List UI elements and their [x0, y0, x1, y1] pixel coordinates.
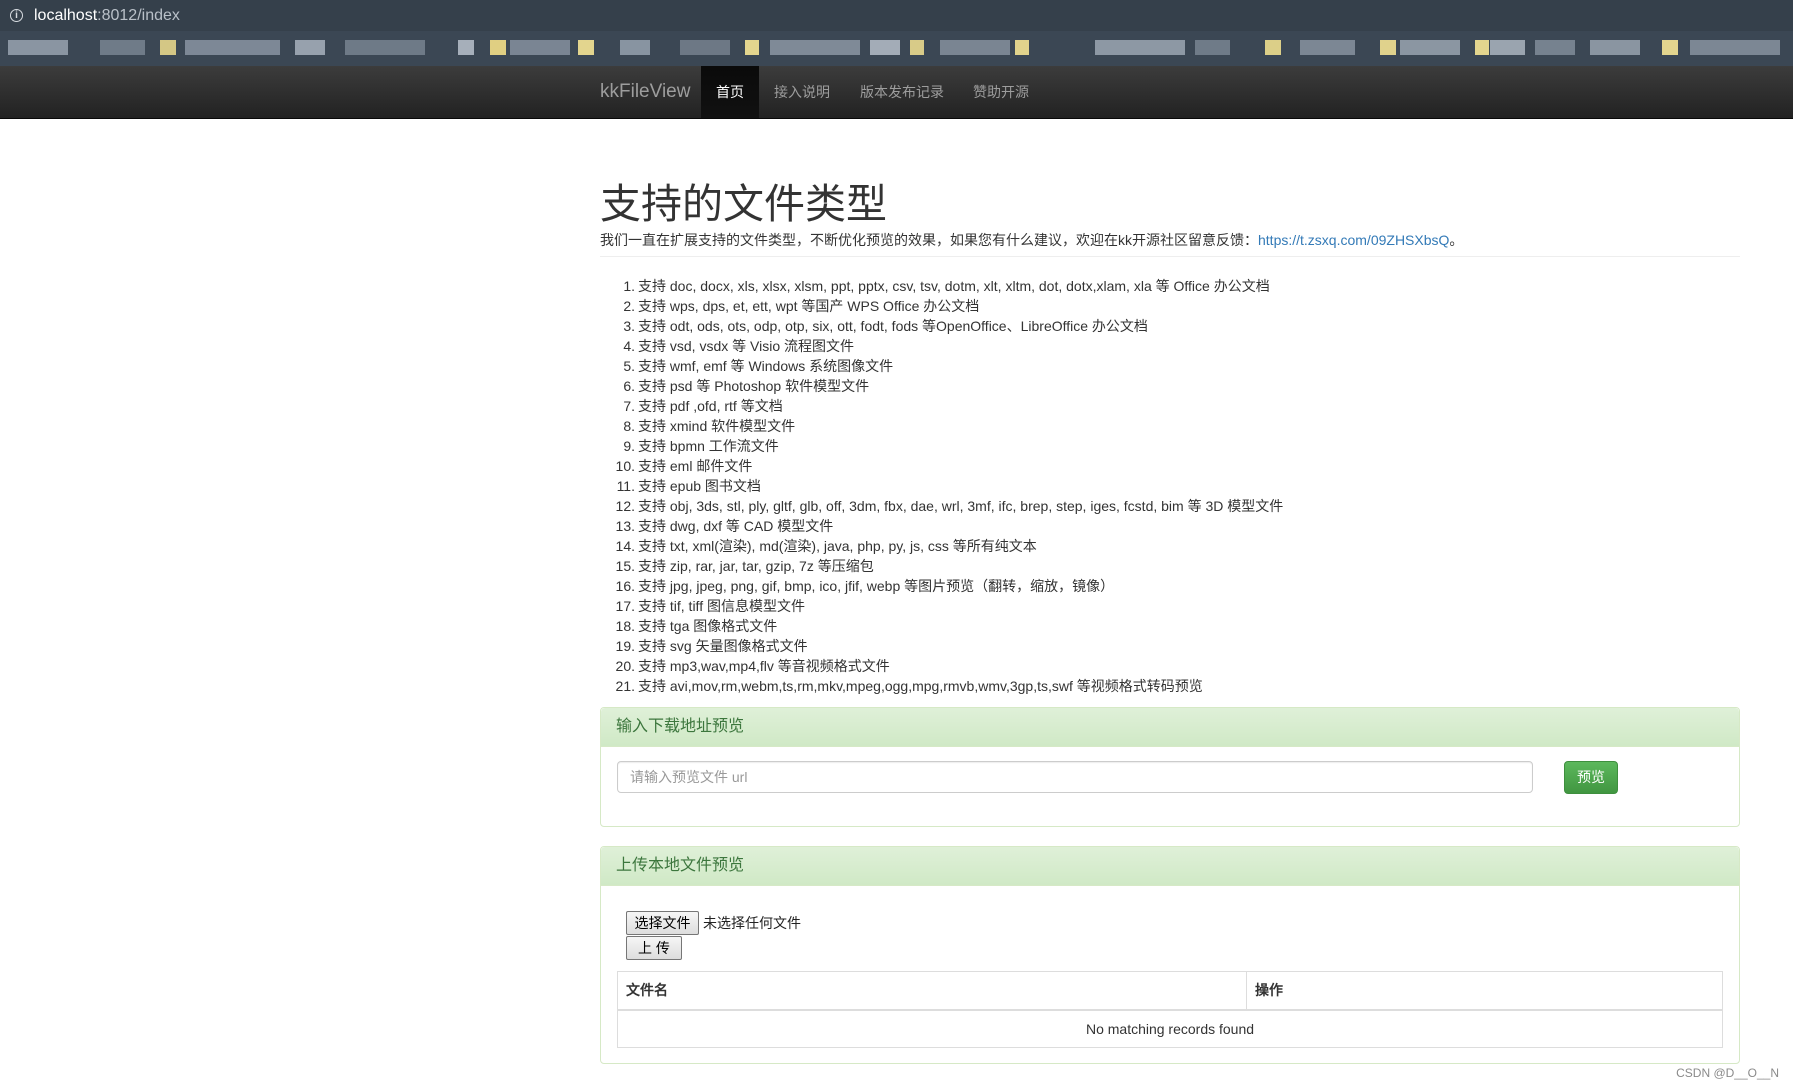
- brand-logo[interactable]: kkFileView: [600, 66, 690, 118]
- list-number: 8.: [623, 418, 635, 434]
- upload-panel: 上传本地文件预览 选择文件 未选择任何文件 上 传 文件名 操作 No matc…: [600, 846, 1740, 1064]
- list-item: 7. 支持 pdf ,ofd, rtf 等文档: [600, 396, 1283, 416]
- list-number: 13.: [615, 518, 635, 534]
- list-item: 4. 支持 vsd, vsdx 等 Visio 流程图文件: [600, 336, 1283, 356]
- list-item: 20. 支持 mp3,wav,mp4,flv 等音视频格式文件: [600, 656, 1283, 676]
- list-item: 2. 支持 wps, dps, et, ett, wpt 等国产 WPS Offi…: [600, 296, 1283, 316]
- intro-text: 我们一直在扩展支持的文件类型，不断优化预览的效果，如果您有什么建议，欢迎在kk开…: [600, 232, 1258, 248]
- address-bar[interactable]: i localhost:8012/index: [0, 0, 1793, 31]
- url-host: localhost: [34, 6, 98, 24]
- nav-integration-guide[interactable]: 接入说明: [768, 66, 836, 118]
- list-item: 5. 支持 wmf, emf 等 Windows 系统图像文件: [600, 356, 1283, 376]
- list-item: 3. 支持 odt, ods, ots, odp, otp, six, ott, …: [600, 316, 1283, 336]
- list-text: 支持 vsd, vsdx 等 Visio 流程图文件: [638, 338, 855, 354]
- list-number: 6.: [623, 378, 635, 394]
- list-number: 14.: [615, 538, 635, 554]
- page-title: 支持的文件类型: [600, 181, 887, 227]
- list-item: 13. 支持 dwg, dxf 等 CAD 模型文件: [600, 516, 1283, 536]
- list-text: 支持 mp3,wav,mp4,flv 等音视频格式文件: [638, 658, 890, 674]
- list-item: 15. 支持 zip, rar, jar, tar, gzip, 7z 等压缩包: [600, 556, 1283, 576]
- nav-release-notes[interactable]: 版本发布记录: [853, 66, 951, 118]
- list-text: 支持 bpmn 工作流文件: [638, 438, 779, 454]
- info-icon[interactable]: i: [10, 9, 23, 22]
- intro-paragraph: 我们一直在扩展支持的文件类型，不断优化预览的效果，如果您有什么建议，欢迎在kk开…: [600, 230, 1463, 250]
- list-number: 2.: [623, 298, 635, 314]
- url-input[interactable]: 请输入预览文件 url: [617, 761, 1533, 793]
- list-text: 支持 tga 图像格式文件: [638, 618, 778, 634]
- list-item: 19. 支持 svg 矢量图像格式文件: [600, 636, 1283, 656]
- list-text: 支持 txt, xml(渲染), md(渲染), java, php, py, …: [638, 538, 1037, 554]
- intro-end: 。: [1449, 232, 1464, 248]
- column-header-actions[interactable]: 操作: [1247, 972, 1722, 1009]
- bookmarks-bar-blurred: [0, 31, 1793, 66]
- list-number: 1.: [623, 278, 635, 294]
- upload-button[interactable]: 上 传: [626, 936, 682, 960]
- list-item: 11. 支持 epub 图书文档: [600, 476, 1283, 496]
- file-type-list: 1. 支持 doc, docx, xls, xlsx, xlsm, ppt, pp…: [600, 276, 1284, 696]
- list-item: 14. 支持 txt, xml(渲染), md(渲染), java, php, p…: [600, 536, 1283, 556]
- choose-file-button[interactable]: 选择文件: [626, 911, 699, 935]
- list-item: 17. 支持 tif, tiff 图信息模型文件: [600, 596, 1283, 616]
- list-text: 支持 avi,mov,rm,webm,ts,rm,mkv,mpeg,ogg,mp…: [638, 678, 1203, 694]
- url-path: :8012/index: [97, 6, 180, 24]
- list-number: 12.: [615, 498, 635, 514]
- list-number: 9.: [623, 438, 635, 454]
- table-header: 文件名 操作: [618, 972, 1722, 1011]
- list-item: 10. 支持 eml 邮件文件: [600, 456, 1283, 476]
- community-link[interactable]: https://t.zsxq.com/09ZHSXbsQ: [1258, 232, 1449, 248]
- list-number: 17.: [615, 598, 635, 614]
- list-number: 16.: [615, 578, 635, 594]
- list-number: 15.: [615, 558, 635, 574]
- list-number: 7.: [623, 398, 635, 414]
- list-text: 支持 zip, rar, jar, tar, gzip, 7z 等压缩包: [638, 558, 874, 574]
- list-text: 支持 svg 矢量图像格式文件: [638, 638, 808, 654]
- list-text: 支持 xmind 软件模型文件: [638, 418, 796, 434]
- column-header-filename[interactable]: 文件名: [618, 972, 1247, 1009]
- list-item: 16. 支持 jpg, jpeg, png, gif, bmp, ico, jfi…: [600, 576, 1283, 596]
- list-item: 9. 支持 bpmn 工作流文件: [600, 436, 1283, 456]
- nav-home[interactable]: 首页: [701, 66, 759, 118]
- divider: [600, 256, 1740, 257]
- url-panel-heading: 输入下载地址预览: [601, 708, 1739, 747]
- list-number: 4.: [623, 338, 635, 354]
- list-number: 3.: [623, 318, 635, 334]
- list-text: 支持 wmf, emf 等 Windows 系统图像文件: [638, 358, 894, 374]
- empty-table-message: No matching records found: [1085, 1021, 1255, 1037]
- list-text: 支持 eml 邮件文件: [638, 458, 753, 474]
- list-number: 18.: [615, 618, 635, 634]
- list-item: 1. 支持 doc, docx, xls, xlsx, xlsm, ppt, pp…: [600, 276, 1283, 296]
- list-text: 支持 odt, ods, ots, odp, otp, six, ott, fo…: [638, 318, 1148, 334]
- list-text: 支持 tif, tiff 图信息模型文件: [638, 598, 805, 614]
- list-number: 10.: [615, 458, 635, 474]
- upload-panel-heading: 上传本地文件预览: [601, 847, 1739, 886]
- list-text: 支持 obj, 3ds, stl, ply, gltf, glb, off, 3…: [638, 498, 1284, 514]
- list-text: 支持 epub 图书文档: [638, 478, 761, 494]
- list-text: 支持 pdf ,ofd, rtf 等文档: [638, 398, 783, 414]
- list-text: 支持 dwg, dxf 等 CAD 模型文件: [638, 518, 834, 534]
- list-item: 6. 支持 psd 等 Photoshop 软件模型文件: [600, 376, 1283, 396]
- watermark: CSDN @D__O__N: [1676, 1066, 1779, 1080]
- list-number: 21.: [615, 678, 635, 694]
- top-navbar: kkFileView 首页 接入说明 版本发布记录 赞助开源: [0, 66, 1793, 119]
- list-text: 支持 psd 等 Photoshop 软件模型文件: [638, 378, 870, 394]
- list-item: 12. 支持 obj, 3ds, stl, ply, gltf, glb, off…: [600, 496, 1284, 516]
- list-number: 5.: [623, 358, 635, 374]
- list-item: 18. 支持 tga 图像格式文件: [600, 616, 1283, 636]
- list-number: 11.: [616, 478, 635, 494]
- list-text: 支持 wps, dps, et, ett, wpt 等国产 WPS Office…: [638, 298, 980, 314]
- preview-button[interactable]: 预览: [1564, 761, 1618, 794]
- list-number: 20.: [615, 658, 635, 674]
- list-text: 支持 doc, docx, xls, xlsx, xlsm, ppt, pptx…: [638, 278, 1270, 294]
- url-preview-panel: 输入下载地址预览 请输入预览文件 url 预览: [600, 707, 1740, 827]
- list-number: 19.: [615, 638, 635, 654]
- uploaded-files-table: 文件名 操作 No matching records found: [617, 971, 1723, 1048]
- nav-sponsor[interactable]: 赞助开源: [967, 66, 1035, 118]
- file-status-text: 未选择任何文件: [703, 915, 801, 931]
- list-item: 21. 支持 avi,mov,rm,webm,ts,rm,mkv,mpeg,ogg…: [600, 676, 1283, 696]
- list-item: 8. 支持 xmind 软件模型文件: [600, 416, 1283, 436]
- list-text: 支持 jpg, jpeg, png, gif, bmp, ico, jfif, …: [638, 578, 1115, 594]
